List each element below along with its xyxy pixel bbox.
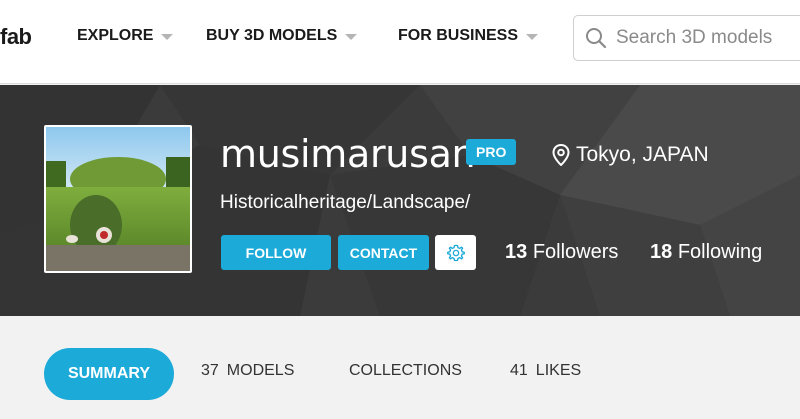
models-label: MODELS (226, 362, 295, 379)
location-label: Tokyo, JAPAN (576, 143, 709, 166)
follow-button[interactable]: FOLLOW (221, 235, 331, 270)
likes-label: LIKES (535, 362, 582, 379)
following-count: 18 (650, 241, 673, 263)
gear-icon (446, 244, 465, 261)
avatar-image (46, 127, 190, 271)
chevron-down-icon (345, 34, 358, 40)
search-input[interactable] (616, 27, 800, 49)
pro-badge: PRO (466, 139, 517, 165)
tab-summary[interactable]: SUMMARY (44, 348, 174, 400)
nav-business-label: FOR BUSINESS (398, 27, 519, 44)
profile-tagline: Historicalheritage/Landscape/ (220, 192, 471, 213)
models-count: 37 (201, 362, 219, 379)
profile-tabs: SUMMARY 37 MODELS COLLECTIONS 41 LIKES (0, 316, 800, 419)
tab-models[interactable]: 37 MODELS (201, 362, 294, 380)
avatar[interactable] (44, 125, 192, 273)
contact-button[interactable]: CONTACT (338, 235, 429, 270)
location-pin-icon (552, 144, 570, 166)
followers-label: Followers (532, 241, 619, 263)
nav-for-business[interactable]: FOR BUSINESS (398, 27, 539, 45)
likes-count: 41 (510, 362, 528, 379)
following-stat[interactable]: 18 Following (650, 241, 762, 264)
profile-banner: musimarusan PRO Tokyo, JAPAN Historicalh… (0, 85, 800, 316)
search-box[interactable] (573, 15, 800, 61)
nav-explore-label: EXPLORE (77, 27, 154, 44)
nav-explore[interactable]: EXPLORE (77, 27, 174, 45)
nav-buy-3d-models[interactable]: BUY 3D MODELS (206, 27, 358, 45)
chevron-down-icon (526, 34, 539, 40)
search-icon (586, 28, 607, 49)
followers-count: 13 (505, 241, 528, 263)
settings-button[interactable] (435, 235, 476, 270)
site-logo[interactable]: fab (0, 24, 32, 50)
tab-likes[interactable]: 41 LIKES (510, 362, 581, 380)
following-label: Following (677, 241, 763, 263)
top-navigation: fab EXPLORE BUY 3D MODELS FOR BUSINESS (0, 0, 800, 84)
followers-stat[interactable]: 13 Followers (505, 241, 618, 264)
tab-collections[interactable]: COLLECTIONS (349, 362, 462, 380)
location: Tokyo, JAPAN (552, 143, 709, 167)
username: musimarusan (220, 132, 476, 176)
chevron-down-icon (161, 34, 174, 40)
nav-buy-label: BUY 3D MODELS (206, 27, 338, 44)
collections-label: COLLECTIONS (349, 362, 462, 379)
